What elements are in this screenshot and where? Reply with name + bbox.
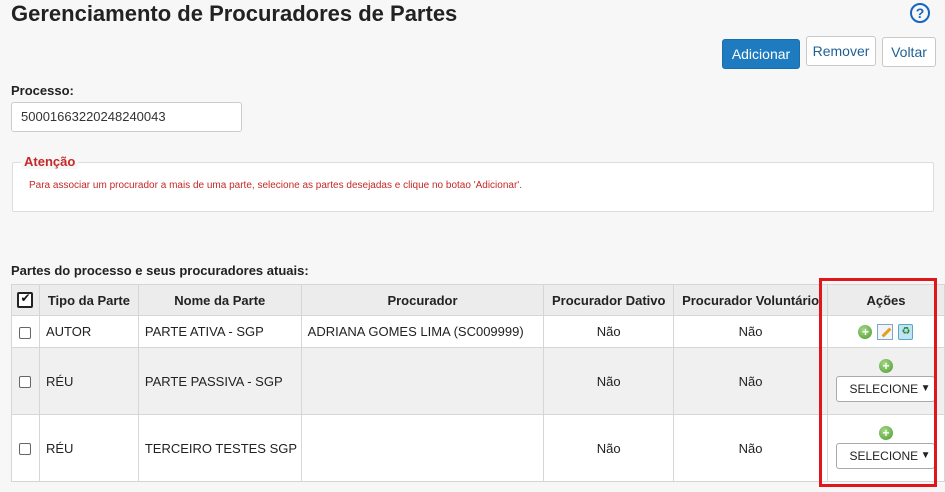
table-row: RÉU PARTE PASSIVA - SGP Não Não + SELECI…: [11, 347, 945, 415]
chevron-down-icon: ▼: [920, 449, 931, 461]
header-tipo: Tipo da Parte: [38, 284, 139, 316]
back-button[interactable]: Voltar: [882, 37, 936, 67]
plus-circle-icon[interactable]: +: [858, 324, 873, 339]
plus-circle-icon[interactable]: +: [878, 358, 893, 373]
parties-table: Tipo da Parte Nome da Parte Procurador P…: [11, 284, 945, 482]
row-checkbox[interactable]: [19, 443, 32, 456]
row-checkbox[interactable]: [19, 326, 32, 339]
table-row: AUTOR PARTE ATIVA - SGP ADRIANA GOMES LI…: [11, 315, 945, 348]
table-caption: Partes do processo e seus procuradores a…: [11, 263, 309, 278]
cell-dativo: Não: [543, 414, 675, 482]
chevron-down-icon: ▼: [920, 382, 931, 394]
select-all-header: [11, 284, 40, 316]
header-voluntario: Procurador Voluntário: [673, 284, 828, 316]
cell-procurador: [300, 414, 545, 482]
recycle-delete-icon[interactable]: ♻: [898, 323, 914, 340]
cell-tipo: RÉU: [38, 347, 139, 415]
cell-voluntario: Não: [673, 347, 828, 415]
header-acoes: Ações: [826, 284, 945, 316]
add-button[interactable]: Adicionar: [722, 39, 800, 69]
cell-tipo: RÉU: [38, 414, 139, 482]
cell-acoes: + ♻: [826, 315, 945, 348]
attention-message: Para associar um procurador a mais de um…: [29, 180, 522, 191]
procurador-select[interactable]: SELECIONE ▼: [836, 375, 936, 402]
plus-circle-icon[interactable]: +: [878, 425, 893, 440]
cell-dativo: Não: [543, 347, 675, 415]
process-label: Processo:: [11, 83, 74, 98]
cell-procurador: [300, 347, 545, 415]
select-all-checkbox[interactable]: [17, 291, 34, 309]
cell-acoes: + SELECIONE ▼: [826, 414, 945, 482]
process-input[interactable]: 50001663220248240043: [11, 102, 242, 132]
cell-nome: PARTE PASSIVA - SGP: [137, 347, 302, 415]
cell-voluntario: Não: [673, 315, 828, 348]
remove-button[interactable]: Remover: [806, 36, 876, 66]
cell-procurador: ADRIANA GOMES LIMA (SC009999): [300, 315, 545, 348]
cell-nome: TERCEIRO TESTES SGP: [137, 414, 302, 482]
cell-voluntario: Não: [673, 414, 828, 482]
cell-acoes: + SELECIONE ▼: [826, 347, 945, 415]
row-checkbox[interactable]: [19, 376, 32, 389]
procurador-select[interactable]: SELECIONE ▼: [836, 442, 936, 469]
cell-dativo: Não: [543, 315, 675, 348]
page-title: Gerenciamento de Procuradores de Partes: [11, 1, 458, 26]
attention-legend: Atenção: [21, 154, 79, 169]
cell-tipo: AUTOR: [38, 315, 139, 348]
header-nome: Nome da Parte: [137, 284, 302, 316]
help-icon[interactable]: ?: [910, 3, 930, 23]
table-row: RÉU TERCEIRO TESTES SGP Não Não + SELECI…: [11, 414, 945, 482]
header-procurador: Procurador: [300, 284, 545, 316]
cell-nome: PARTE ATIVA - SGP: [137, 315, 302, 348]
header-dativo: Procurador Dativo: [543, 284, 675, 316]
edit-icon[interactable]: [877, 323, 894, 340]
